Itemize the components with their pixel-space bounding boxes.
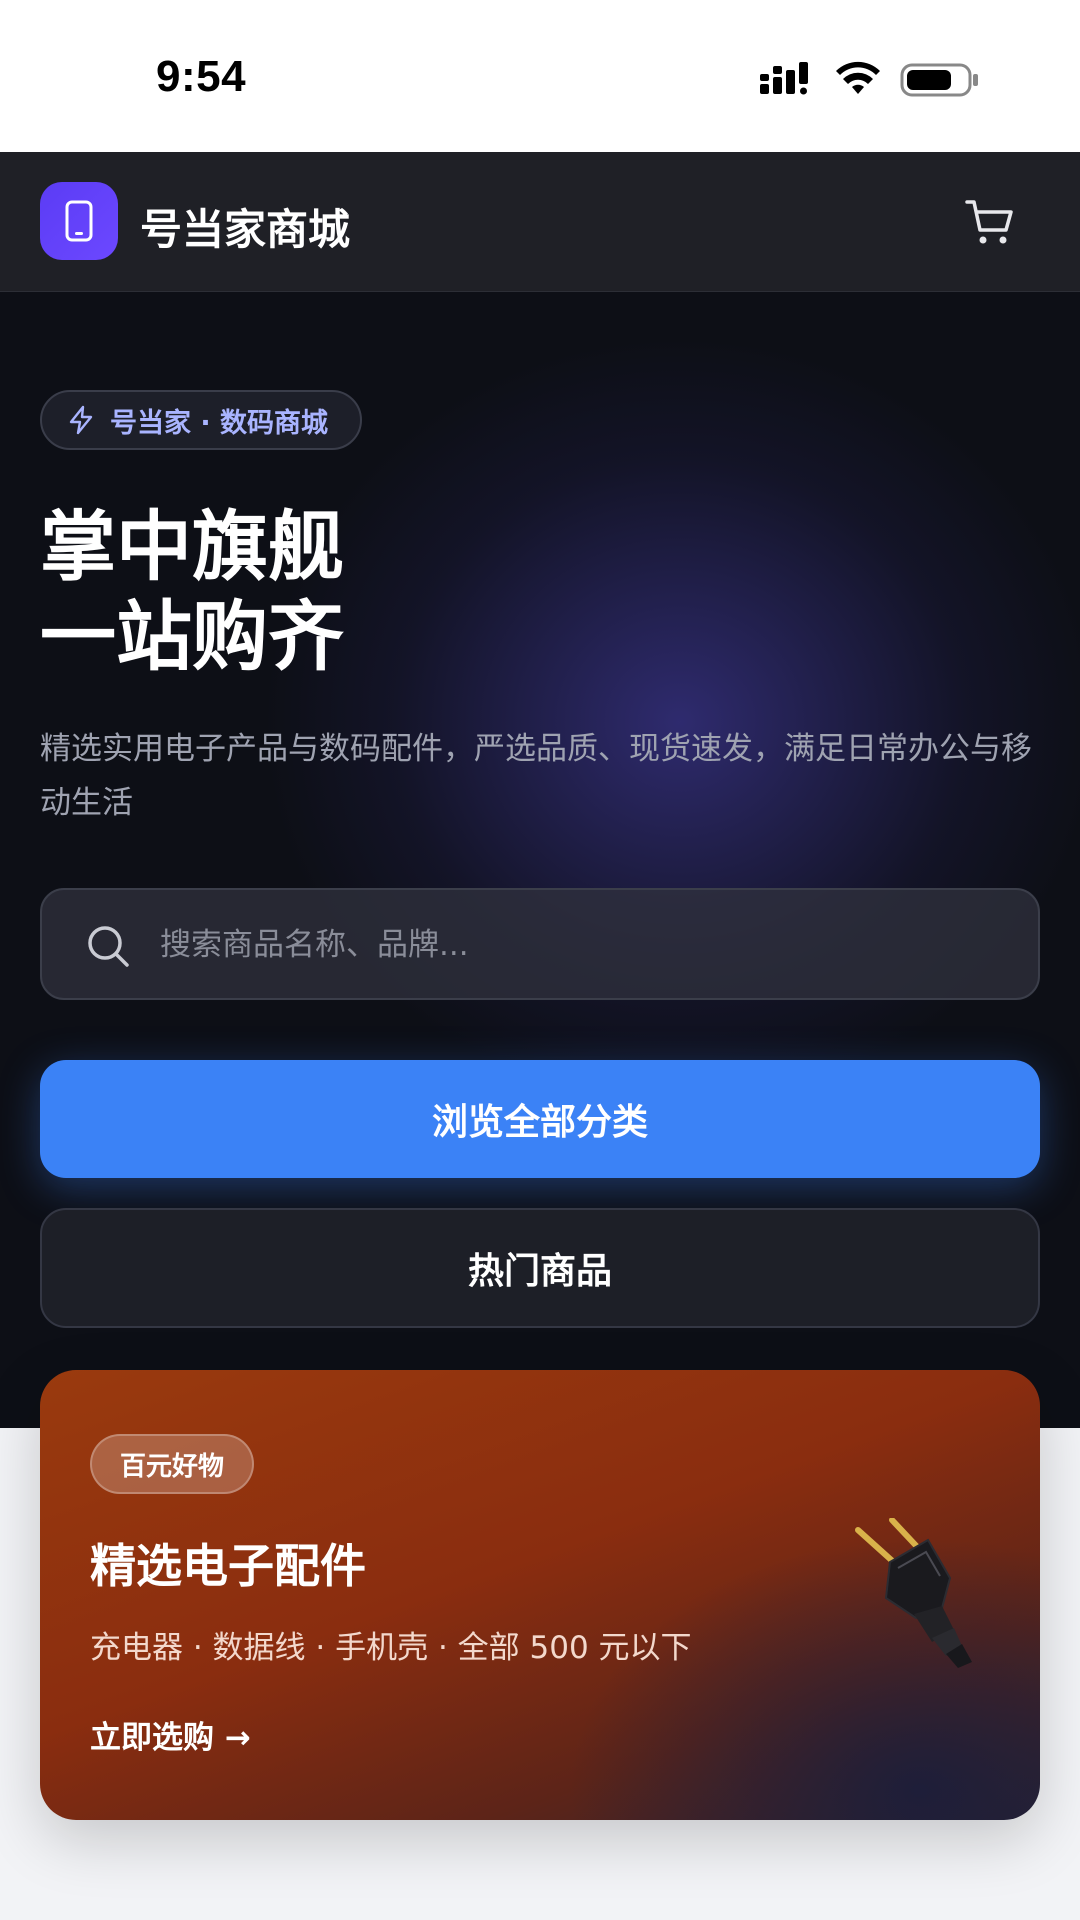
promo-description: 充电器 · 数据线 · 手机壳 · 全部 500 元以下	[90, 1630, 692, 1666]
promo-cta-link[interactable]: 立即选购 →	[90, 1712, 251, 1757]
plug-icon	[855, 1518, 972, 1668]
browse-categories-button[interactable]: 浏览全部分类	[40, 1060, 1040, 1178]
status-time: 9:54	[156, 52, 247, 101]
hot-products-button[interactable]: 热门商品	[40, 1208, 1040, 1328]
app-header: 号当家商城	[0, 152, 1080, 292]
app-title: 号当家商城	[140, 205, 351, 254]
lightning-icon	[69, 405, 93, 435]
battery-icon	[900, 63, 978, 97]
search-icon	[88, 926, 129, 967]
status-bar: 9:54	[0, 0, 1080, 152]
hero-subtitle: 精选实用电子产品与数码配件，严选品质、现货速发，满足日常办公与移动生活	[40, 731, 1032, 821]
status-icons	[760, 60, 980, 100]
promo-badge: 百元好物	[90, 1434, 255, 1494]
promo-title: 精选电子配件	[90, 1539, 366, 1593]
cart-icon[interactable]	[964, 196, 1016, 248]
cellular-signal-icon	[760, 62, 808, 95]
search-box[interactable]	[40, 888, 1040, 1000]
hero-title-line-1: 掌中旗舰	[40, 502, 344, 591]
hero-section: 号当家 · 数码商城 掌中旗舰 一站购齐 精选实用电子产品与数码配件，严选品质、…	[0, 292, 1080, 1428]
wifi-icon	[836, 61, 880, 94]
search-input[interactable]	[160, 918, 1000, 972]
app-logo[interactable]	[40, 182, 118, 260]
hero-title-line-2: 一站购齐	[40, 592, 344, 681]
hero-tag: 号当家 · 数码商城	[40, 390, 363, 450]
phone-icon	[65, 200, 93, 242]
promo-card[interactable]: 百元好物 精选电子配件 充电器 · 数据线 · 手机壳 · 全部 500 元以下…	[40, 1370, 1040, 1820]
page: 9:54 号当家商城 号当家 · 数码商城 掌中旗舰 一站购齐 精选实用电子产品…	[0, 0, 1080, 1920]
hero-tag-label: 号当家 · 数码商城	[110, 407, 329, 439]
hero-title: 掌中旗舰 一站购齐	[40, 502, 344, 682]
